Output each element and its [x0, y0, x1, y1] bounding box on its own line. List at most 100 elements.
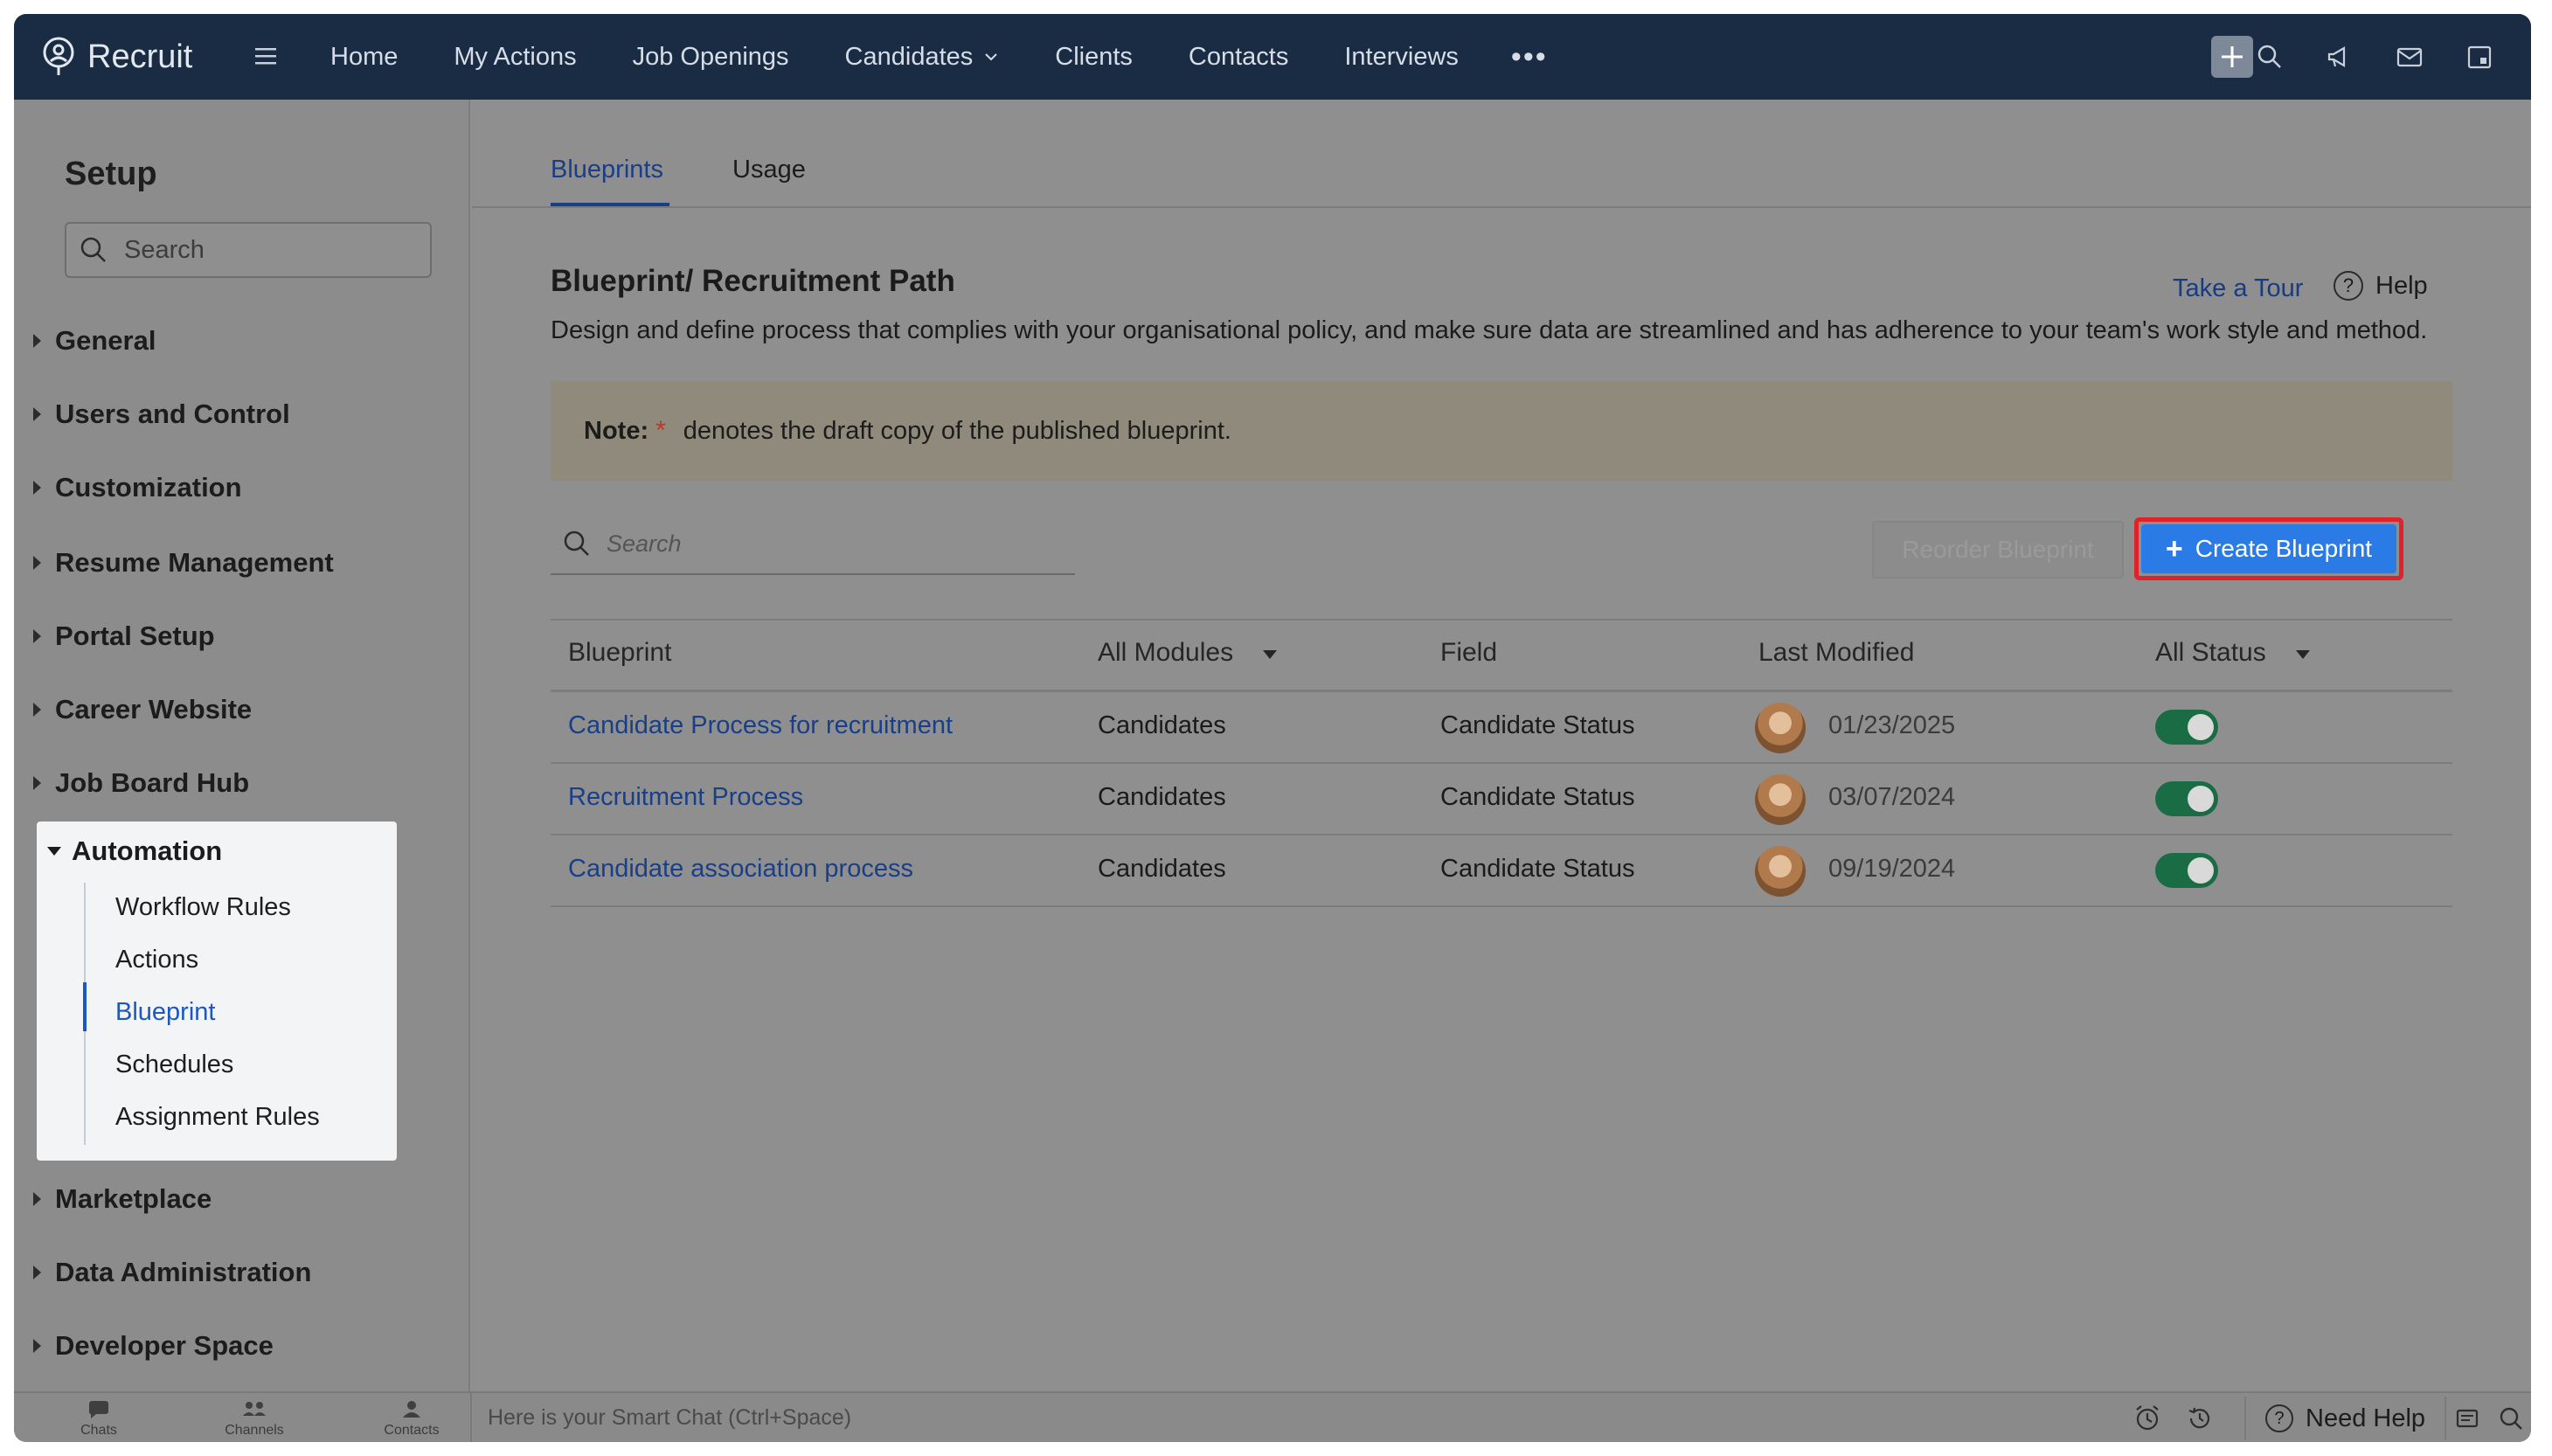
- header-modules-filter[interactable]: All Modules: [1098, 638, 1278, 668]
- sidebar-item-automation[interactable]: Automation: [47, 835, 222, 867]
- bottom-tab-channels[interactable]: Channels: [215, 1398, 294, 1439]
- mail-icon[interactable]: [2391, 38, 2428, 75]
- toggle-knob: [2188, 786, 2214, 812]
- nav-contacts[interactable]: Contacts: [1189, 43, 1288, 72]
- help-link[interactable]: ? Help: [2334, 271, 2428, 301]
- sidebar-search-input[interactable]: Search: [65, 222, 432, 278]
- sidebar-item-label: Users and Control: [55, 399, 290, 429]
- sidebar-item-developer-space[interactable]: Developer Space: [33, 1330, 274, 1362]
- tab-usage[interactable]: Usage: [732, 156, 806, 184]
- blueprint-name-link[interactable]: Candidate Process for recruitment: [568, 711, 953, 740]
- channels-icon: [243, 1402, 266, 1416]
- need-help-button[interactable]: ? Need Help: [2244, 1397, 2447, 1440]
- dropdown-caret-icon: [1263, 650, 1278, 659]
- sidebar-item-general[interactable]: General: [33, 325, 156, 357]
- expand-arrow-icon: [33, 1265, 41, 1279]
- sidebar-subitem-assignment-rules[interactable]: Assignment Rules: [115, 1103, 320, 1132]
- page-title: Blueprint/ Recruitment Path: [551, 264, 955, 298]
- blueprint-table: Blueprint All Modules Field Last Modifie…: [551, 619, 2452, 907]
- nav-label: Contacts: [1188, 42, 1289, 71]
- tab-blueprints[interactable]: Blueprints: [551, 156, 663, 184]
- sidebar-subitem-schedules[interactable]: Schedules: [115, 1050, 233, 1079]
- header-label: All Status: [2155, 638, 2266, 667]
- tab-bar: Blueprints Usage: [472, 100, 2531, 208]
- sidebar-item-users-and-control[interactable]: Users and Control: [33, 399, 290, 430]
- search-placeholder: Search: [607, 530, 682, 557]
- nav-my-actions[interactable]: My Actions: [454, 43, 576, 72]
- top-navigation: Recruit Home My Actions Job Openings Can…: [14, 14, 2531, 100]
- help-label: Help: [2375, 271, 2428, 300]
- sidebar-item-resume-management[interactable]: Resume Management: [33, 547, 334, 579]
- nav-menu: Home My Actions Job Openings Candidates …: [330, 14, 1548, 100]
- active-indicator: [83, 982, 87, 1031]
- sidebar-item-label: General: [55, 325, 156, 356]
- search-icon: [564, 530, 589, 556]
- sidebar-subitem-actions[interactable]: Actions: [115, 946, 198, 974]
- blueprint-name-link[interactable]: Candidate association process: [568, 855, 913, 884]
- nav-label: My Actions: [454, 42, 577, 71]
- plus-icon[interactable]: [2211, 36, 2253, 78]
- modifier-avatar: [1755, 846, 1806, 897]
- nav-label: Job Openings: [632, 42, 789, 71]
- expand-arrow-icon: [33, 1339, 41, 1353]
- sidebar-item-portal-setup[interactable]: Portal Setup: [33, 621, 215, 652]
- sidebar-subitem-blueprint[interactable]: Blueprint: [115, 998, 215, 1027]
- status-toggle[interactable]: [2155, 781, 2218, 816]
- notes-icon[interactable]: [2452, 1404, 2482, 1433]
- brand[interactable]: Recruit: [38, 35, 192, 79]
- search-icon[interactable]: [2496, 1404, 2526, 1433]
- chevron-down-icon: [985, 53, 997, 61]
- nav-interviews[interactable]: Interviews: [1344, 43, 1459, 72]
- reorder-blueprint-button[interactable]: Reorder Blueprint: [1872, 521, 2124, 579]
- sidebar-item-job-board-hub[interactable]: Job Board Hub: [33, 767, 249, 799]
- note-text: denotes the draft copy of the published …: [683, 416, 1231, 445]
- search-icon: [80, 237, 106, 262]
- chat-bubble-icon: [89, 1401, 108, 1418]
- history-icon[interactable]: [2185, 1404, 2215, 1433]
- expand-arrow-icon: [33, 481, 41, 495]
- create-blueprint-button[interactable]: + Create Blueprint: [2141, 524, 2396, 573]
- hamburger-menu-icon[interactable]: [250, 40, 281, 72]
- smart-chat-input[interactable]: Here is your Smart Chat (Ctrl+Space): [488, 1405, 851, 1431]
- status-toggle[interactable]: [2155, 710, 2218, 745]
- plus-icon: +: [2165, 531, 2183, 565]
- sidebar-subitem-workflow-rules[interactable]: Workflow Rules: [115, 893, 291, 922]
- need-help-label: Need Help: [2306, 1404, 2426, 1432]
- status-toggle[interactable]: [2155, 853, 2218, 888]
- expand-arrow-icon: [33, 556, 41, 570]
- nav-clients[interactable]: Clients: [1055, 43, 1133, 72]
- more-menu-icon[interactable]: •••: [1511, 40, 1548, 74]
- bottom-tab-label: Channels: [225, 1423, 284, 1438]
- main-content: Blueprints Usage Blueprint/ Recruitment …: [472, 100, 2531, 1391]
- sidebar-item-marketplace[interactable]: Marketplace: [33, 1183, 212, 1215]
- blueprint-search-input[interactable]: Search: [551, 514, 1075, 575]
- nav-home[interactable]: Home: [330, 43, 398, 72]
- divider: [470, 1393, 472, 1442]
- search-icon[interactable]: [2251, 38, 2288, 75]
- draft-star: *: [655, 416, 666, 445]
- sidebar-item-label: Portal Setup: [55, 621, 215, 651]
- bottom-tab-contacts[interactable]: Contacts: [372, 1398, 451, 1439]
- sidebar-item-data-administration[interactable]: Data Administration: [33, 1257, 311, 1288]
- toggle-knob: [2188, 714, 2214, 740]
- table-row: Candidate association process Candidates…: [551, 835, 2452, 907]
- note-label: Note:: [584, 416, 649, 445]
- alarm-clock-icon[interactable]: [2132, 1404, 2162, 1433]
- question-icon: ?: [2265, 1404, 2293, 1432]
- expand-arrow-icon: [33, 334, 41, 348]
- blueprint-name-link[interactable]: Recruitment Process: [568, 783, 803, 812]
- sidebar-item-customization[interactable]: Customization: [33, 472, 242, 503]
- dropdown-caret-icon: [2295, 650, 2310, 659]
- nav-job-openings[interactable]: Job Openings: [633, 43, 789, 72]
- bottom-tab-chats[interactable]: Chats: [59, 1398, 138, 1439]
- sidebar-item-career-website[interactable]: Career Website: [33, 694, 252, 725]
- nav-candidates[interactable]: Candidates: [845, 43, 1000, 72]
- automation-panel: Automation Workflow Rules Actions Bluepr…: [37, 822, 397, 1161]
- megaphone-icon[interactable]: [2321, 38, 2358, 75]
- calendar-icon[interactable]: [2461, 38, 2498, 75]
- field-cell: Candidate Status: [1440, 783, 1635, 811]
- header-status-filter[interactable]: All Status: [2155, 638, 2310, 668]
- toggle-knob: [2188, 857, 2214, 884]
- take-a-tour-link[interactable]: Take a Tour: [2173, 274, 2303, 303]
- table-row: Recruitment Process Candidates Candidate…: [551, 764, 2452, 835]
